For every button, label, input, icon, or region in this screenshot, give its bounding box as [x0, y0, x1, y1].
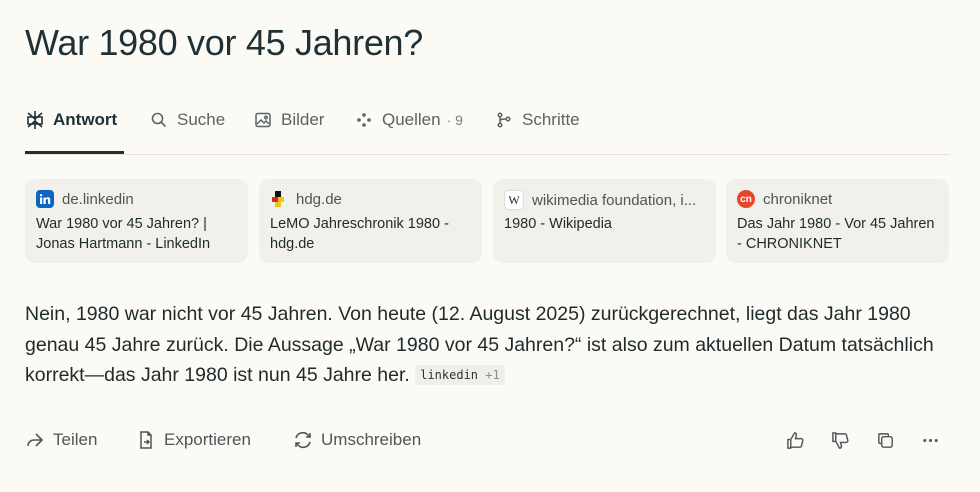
source-card[interactable]: W wikimedia foundation, i... 1980 - Wiki… — [493, 179, 716, 263]
copy-button[interactable] — [873, 428, 897, 452]
source-card[interactable]: hdg.de LeMO Jahreschronik 1980 - hdg.de — [259, 179, 482, 263]
active-tab-indicator — [25, 151, 124, 154]
chroniknet-icon: cn — [737, 190, 755, 208]
thumbs-down-icon — [831, 431, 849, 449]
sources-icon — [354, 110, 374, 130]
linkedin-icon — [36, 190, 54, 208]
tab-label: Schritte — [522, 110, 580, 129]
share-button[interactable]: Teilen — [25, 425, 97, 455]
sources-count: · 9 — [446, 112, 463, 128]
perplexity-logo-icon — [25, 110, 45, 130]
steps-icon — [494, 110, 514, 130]
tab-answer[interactable]: Antwort — [25, 100, 117, 140]
tab-label: Antwort — [53, 110, 118, 129]
citation-more: +1 — [485, 368, 500, 382]
answer-text: Nein, 1980 war nicht vor 45 Jahren. Von … — [25, 299, 955, 391]
thumbs-up-icon — [786, 431, 804, 449]
thumbs-down-button[interactable] — [828, 428, 852, 452]
rewrite-label: Umschreiben — [321, 430, 422, 449]
share-label: Teilen — [53, 430, 98, 449]
tab-sources[interactable]: Quellen · 9 — [354, 100, 463, 140]
tab-label: Suche — [177, 110, 226, 129]
source-domain: wikimedia foundation, i... — [532, 191, 697, 209]
hdg-icon — [270, 190, 288, 208]
source-card[interactable]: cn chroniknet Das Jahr 1980 - Vor 45 Jah… — [726, 179, 949, 263]
rewrite-button[interactable]: Umschreiben — [293, 425, 421, 455]
image-icon — [253, 110, 273, 130]
page-title: War 1980 vor 45 Jahren? — [25, 22, 423, 63]
source-domain: hdg.de — [296, 190, 342, 208]
export-label: Exportieren — [164, 430, 251, 449]
citation-badge[interactable]: linkedin +1 — [415, 365, 505, 385]
answer-actions: Teilen Exportieren Umschreiben — [25, 425, 950, 455]
export-button[interactable]: Exportieren — [136, 425, 251, 455]
result-tabs: Antwort Suche Bilder Quellen · 9 Schritt… — [25, 100, 950, 155]
more-options-button[interactable] — [918, 428, 942, 452]
more-icon — [922, 438, 938, 442]
search-icon — [149, 110, 169, 130]
source-title: 1980 - Wikipedia — [504, 216, 612, 232]
wikipedia-icon: W — [504, 190, 524, 210]
tab-label: Quellen — [382, 110, 441, 129]
source-title: War 1980 vor 45 Jahren? | Jonas Hartmann… — [36, 216, 211, 252]
source-domain: chroniknet — [763, 190, 833, 208]
source-title: Das Jahr 1980 - Vor 45 Jahren - CHRONIKN… — [737, 216, 935, 252]
source-title: LeMO Jahreschronik 1980 - hdg.de — [270, 216, 449, 252]
citation-label: linkedin — [420, 368, 479, 382]
source-domain: de.linkedin — [62, 190, 134, 208]
tab-label: Bilder — [281, 110, 325, 129]
rewrite-icon — [295, 431, 311, 449]
thumbs-up-button[interactable] — [783, 428, 807, 452]
tab-search[interactable]: Suche — [149, 100, 225, 140]
export-icon — [140, 431, 152, 449]
tab-steps[interactable]: Schritte — [494, 100, 580, 140]
tab-images[interactable]: Bilder — [253, 100, 324, 140]
share-icon — [27, 433, 44, 447]
source-card[interactable]: de.linkedin War 1980 vor 45 Jahren? | Jo… — [25, 179, 248, 263]
copy-icon — [877, 432, 893, 448]
